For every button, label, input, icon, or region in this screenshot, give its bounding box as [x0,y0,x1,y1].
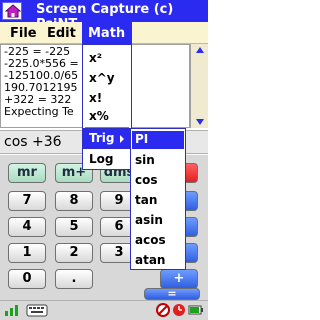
key-equals[interactable]: = [144,288,200,300]
key-0[interactable]: 0 [8,269,46,289]
expression-input[interactable]: cos +36 [4,134,62,150]
math-menu-factorial[interactable]: x! [89,91,102,105]
trig-menu-sin[interactable]: sin [135,153,155,167]
menu-file[interactable]: File [10,26,37,41]
key-4[interactable]: 4 [8,217,46,237]
key-5[interactable]: 5 [55,217,93,237]
key-1[interactable]: 1 [8,243,46,263]
menu-bar: File Edit Math [0,22,208,44]
submenu-arrow-icon [120,135,124,143]
key-mr[interactable]: mr [8,163,46,183]
math-menu-power[interactable]: x^y [89,71,115,85]
math-menu-log[interactable]: Log [82,148,132,170]
trig-menu-cos[interactable]: cos [135,173,158,187]
no-sound-icon[interactable] [156,303,170,317]
key-2[interactable]: 2 [55,243,93,263]
trig-menu-tan[interactable]: tan [135,193,157,207]
menu-edit[interactable]: Edit [47,26,76,41]
home-button[interactable] [2,2,22,20]
scroll-up-icon[interactable] [195,46,205,54]
scroll-down-icon[interactable] [195,118,205,126]
math-menu-percent[interactable]: x% [89,109,109,123]
keyboard-icon[interactable] [26,303,48,317]
math-menu-square[interactable]: x² [89,51,102,65]
clock-icon[interactable] [172,303,186,317]
trig-menu-asin[interactable]: asin [135,213,163,227]
menu-math[interactable]: Math [82,22,132,44]
taskbar [0,300,208,320]
title-bar: Screen Capture (c) PsiNT [0,0,208,32]
trig-menu-acos[interactable]: acos [135,233,166,247]
history-scrollbar[interactable] [190,44,208,128]
trig-menu-atan[interactable]: atan [135,253,165,267]
trig-menu-pi[interactable]: PI [132,131,184,149]
connection-icon[interactable] [4,303,20,317]
home-icon [5,4,21,18]
key-plus[interactable]: + [160,269,198,289]
battery-icon[interactable] [188,303,204,317]
trig-menu: PI sin cos tan asin acos atan [130,128,186,270]
key-decimal[interactable]: . [55,269,93,289]
math-menu-trig-label: Trig [89,131,115,145]
key-7[interactable]: 7 [8,191,46,211]
key-8[interactable]: 8 [55,191,93,211]
math-menu-trig[interactable]: Trig [82,128,132,148]
